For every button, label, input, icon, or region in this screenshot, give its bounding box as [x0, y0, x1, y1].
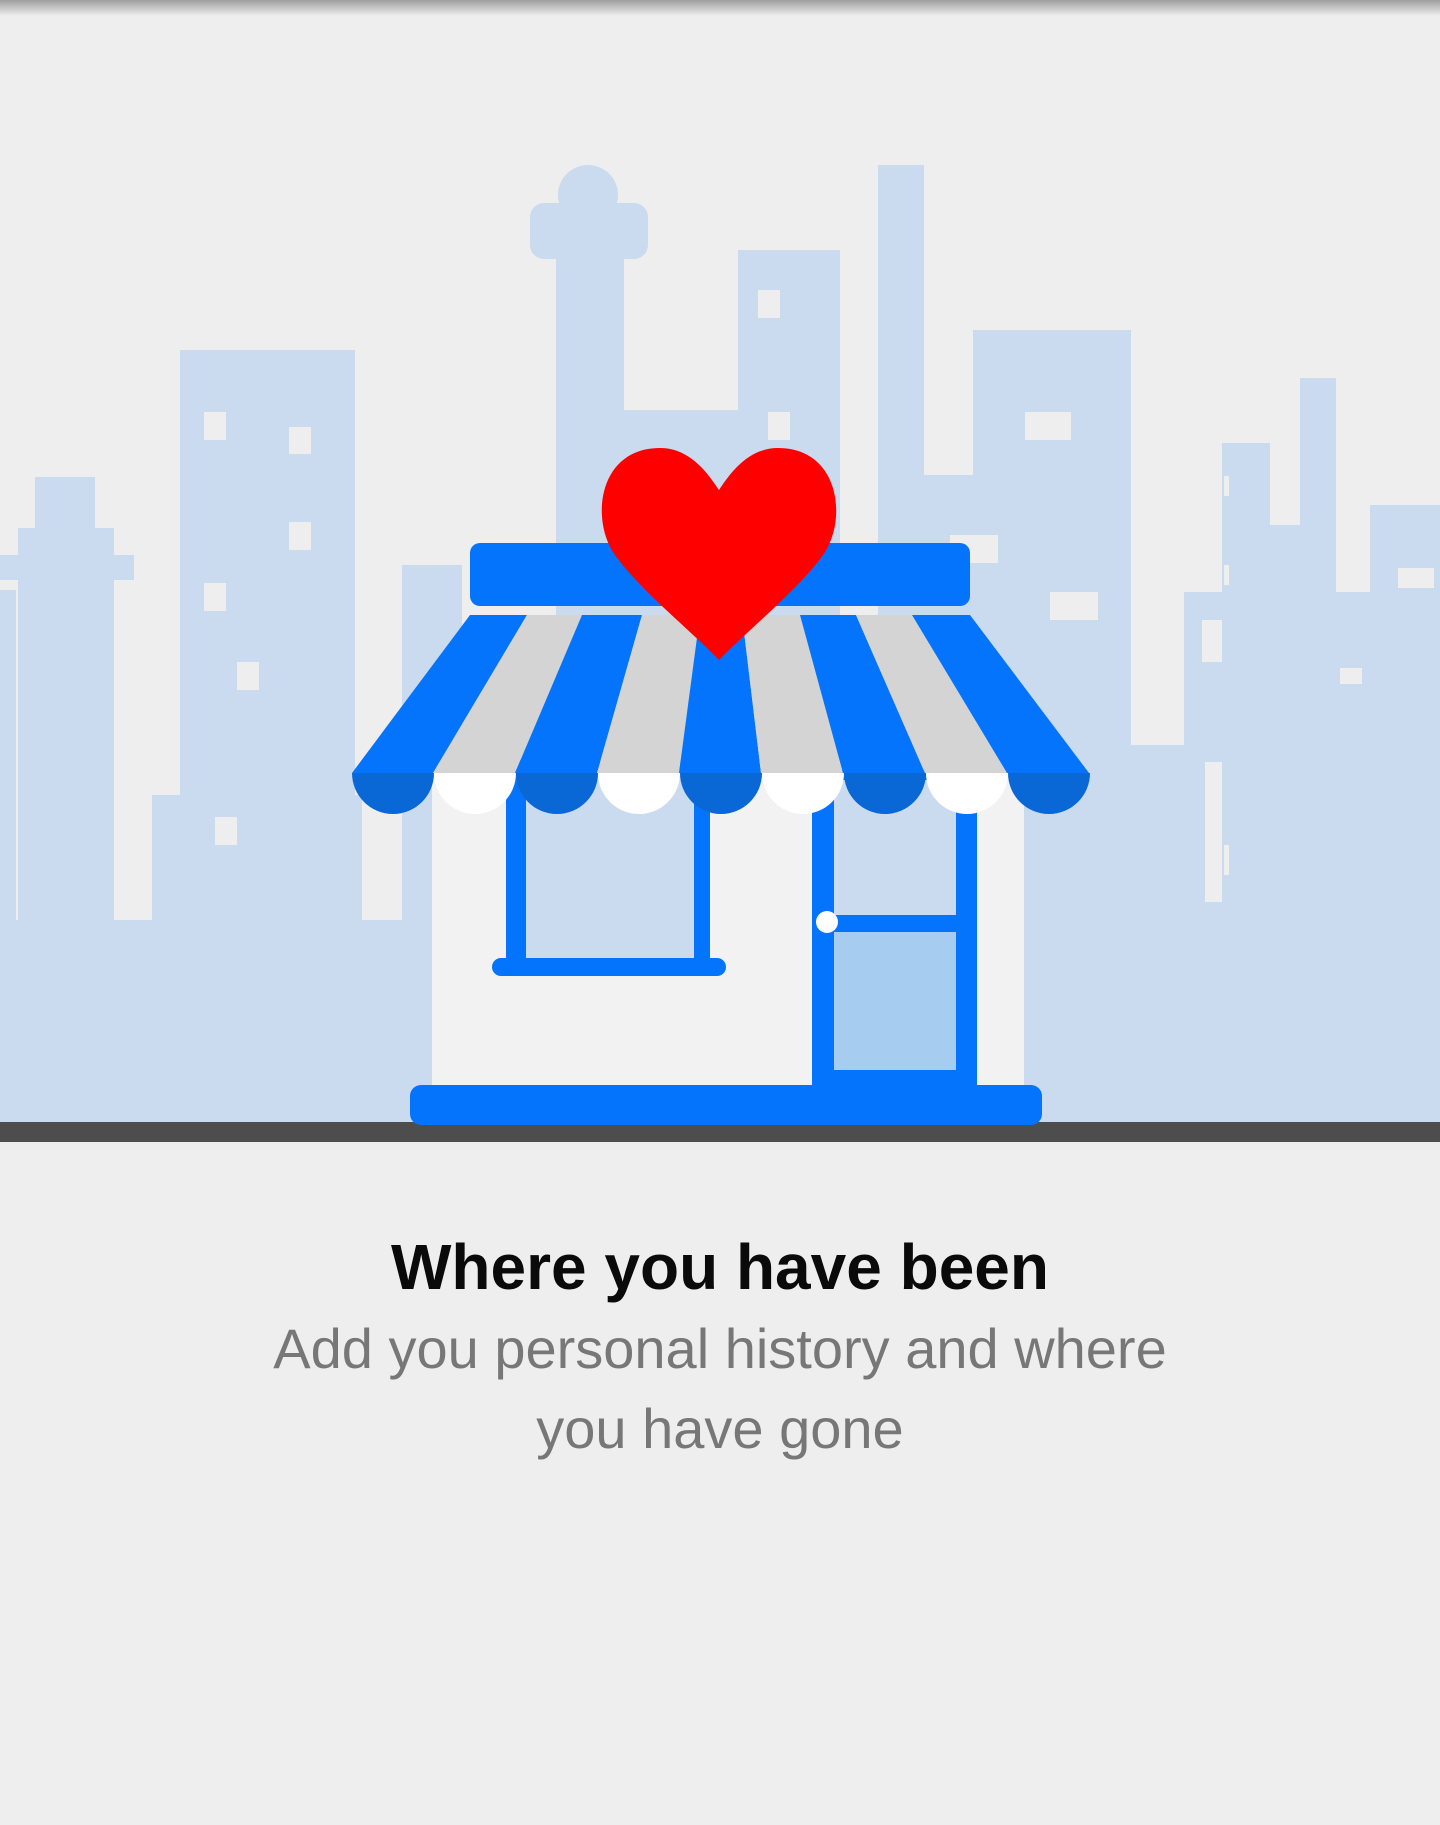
onboarding-illustration: [0, 165, 1440, 1142]
shop-window-sill: [492, 958, 726, 976]
onboarding-caption: Where you have been Add you personal his…: [0, 1225, 1440, 1469]
awning-scallops: [352, 773, 1090, 814]
shop-door-lower-glass: [834, 932, 956, 1070]
shop-door-knob: [816, 911, 838, 933]
shop-base: [410, 1085, 1042, 1125]
onboarding-subtitle: Add you personal history and where you h…: [273, 1317, 1167, 1460]
onboarding-title: Where you have been: [391, 1231, 1049, 1303]
